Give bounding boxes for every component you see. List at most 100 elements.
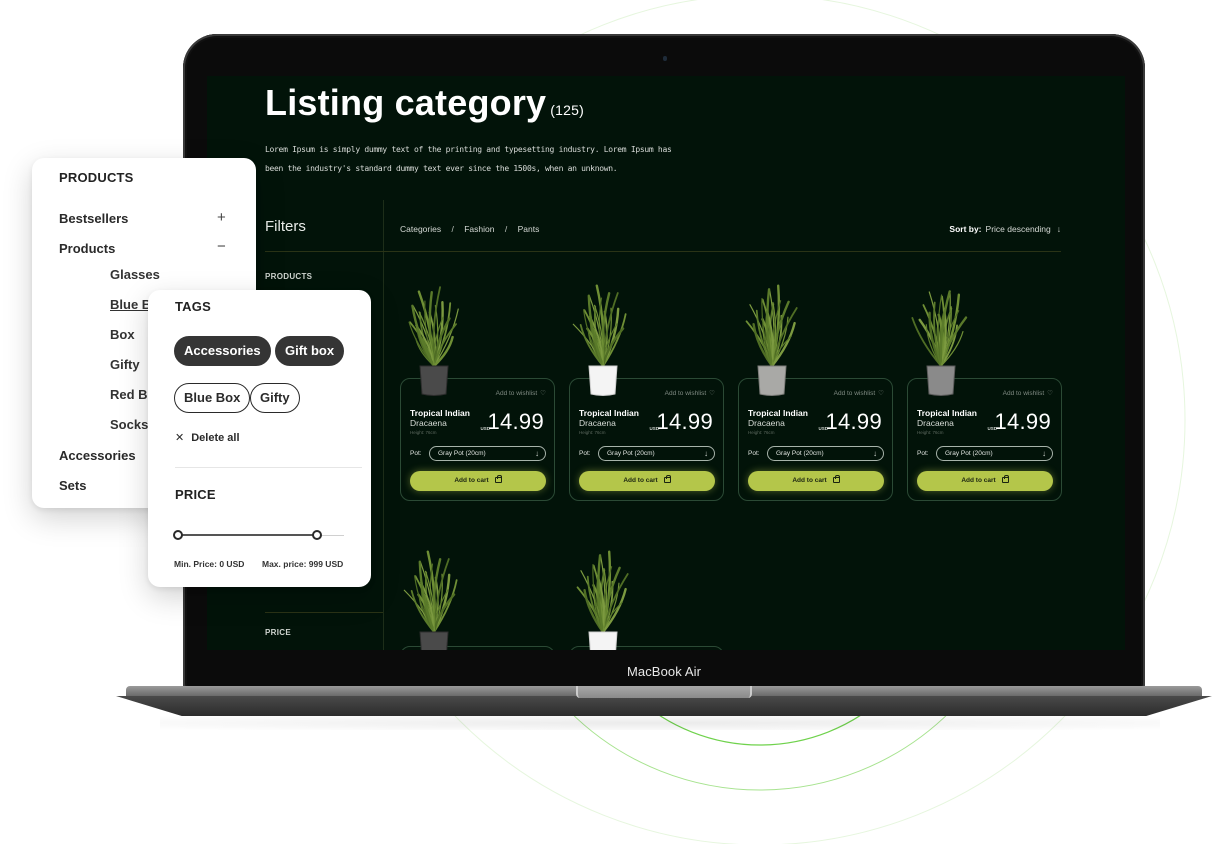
pot-select-value: Gray Pot (20cm) [438, 450, 486, 457]
max-price-label: Max. price: 999 USD [262, 559, 344, 569]
heart-icon: ♡ [878, 390, 884, 397]
add-to-cart-button[interactable]: Add to cart [917, 471, 1053, 491]
pot-label: Pot: [748, 450, 760, 457]
product-image[interactable] [394, 266, 474, 396]
breadcrumb-pants[interactable]: Pants [518, 224, 540, 234]
add-to-wishlist-button[interactable]: Add to wishlist ♡ [665, 389, 715, 397]
plant-pot [419, 631, 449, 650]
filters-divider [265, 251, 383, 252]
product-height: Height: 76cm [579, 430, 606, 435]
wishlist-label: Add to wishlist [664, 390, 707, 397]
pot-label: Pot: [917, 450, 929, 457]
delete-all-button[interactable]: ✕ Delete all [175, 431, 240, 444]
tag-accessories-selected[interactable]: Accessories [174, 336, 271, 366]
add-to-cart-button[interactable]: Add to cart [410, 471, 546, 491]
add-to-wishlist-button[interactable]: Add to wishlist ♡ [496, 389, 546, 397]
subcategory-box[interactable]: Box [110, 327, 135, 342]
add-to-wishlist-button[interactable]: Add to wishlist ♡ [1003, 389, 1053, 397]
price-slider-max-handle[interactable] [312, 530, 323, 540]
pot-select[interactable]: Gray Pot (20cm) ↓ [936, 446, 1053, 461]
page-title-text: Listing category [265, 82, 547, 123]
product-subname: Dracaena [410, 418, 447, 428]
page-title: Listing category (125) [265, 82, 584, 124]
pot-select[interactable]: Gray Pot (20cm) ↓ [598, 446, 715, 461]
camera-icon [663, 56, 667, 61]
tag-blue-box[interactable]: Blue Box [174, 383, 251, 413]
heart-icon: ♡ [709, 390, 715, 397]
plant-foliage [572, 284, 627, 368]
heart-icon: ♡ [540, 390, 546, 397]
product-image[interactable] [732, 266, 812, 396]
tags-panel-title: TAGS [175, 299, 211, 314]
arrow-down-icon: ↓ [535, 449, 539, 458]
breadcrumb-fashion[interactable]: Fashion [464, 224, 494, 234]
add-to-cart-label: Add to cart [792, 477, 827, 484]
product-name: Tropical Indian [579, 408, 639, 418]
tag-gift-box-selected[interactable]: Gift box [275, 336, 345, 366]
pot-label: Pot: [410, 450, 422, 457]
sort-label: Sort by: [949, 224, 982, 234]
add-to-cart-button[interactable]: Add to cart [579, 471, 715, 491]
sort-control[interactable]: Sort by: Price descending ↓ [949, 224, 1061, 234]
arrow-down-icon: ↓ [873, 449, 877, 458]
plant-foliage [403, 550, 458, 634]
delete-all-label: Delete all [191, 432, 240, 444]
product-price: 14.99 [656, 409, 713, 434]
product-subname: Dracaena [748, 418, 785, 428]
wishlist-label: Add to wishlist [833, 390, 876, 397]
page-description: Lorem Ipsum is simply dummy text of the … [265, 145, 672, 173]
heart-icon: ♡ [1047, 390, 1053, 397]
subcategory-gifty[interactable]: Gifty [110, 357, 140, 372]
pot-label: Pot: [579, 450, 591, 457]
product-name: Tropical Indian [748, 408, 808, 418]
plant-foliage [576, 550, 629, 634]
plant-foliage [911, 290, 968, 368]
breadcrumb-categories[interactable]: Categories [400, 224, 441, 234]
subcategory-glasses[interactable]: Glasses [110, 267, 160, 282]
price-slider-min-handle[interactable] [173, 530, 183, 540]
product-image[interactable] [563, 532, 643, 650]
tag-gifty[interactable]: Gifty [250, 383, 300, 413]
product-image[interactable] [394, 532, 474, 650]
collapse-icon[interactable]: − [217, 238, 226, 255]
filters-title: Filters [265, 218, 306, 235]
wishlist-label: Add to wishlist [495, 390, 538, 397]
category-accessories[interactable]: Accessories [59, 448, 136, 463]
wishlist-label: Add to wishlist [1002, 390, 1045, 397]
expand-icon[interactable]: + [217, 209, 226, 226]
product-card[interactable]: Add to wishlist ♡ Tropical Indian Dracaen… [400, 378, 555, 501]
subcategory-socks[interactable]: Socks [110, 417, 148, 432]
product-card[interactable]: Add to wishlist ♡ Tropical Indian Dracaen… [738, 378, 893, 501]
add-to-wishlist-button[interactable]: Add to wishlist ♡ [834, 389, 884, 397]
category-bestsellers[interactable]: Bestsellers [59, 211, 128, 226]
product-name: Tropical Indian [410, 408, 470, 418]
shopping-bag-icon [832, 475, 840, 483]
plant-pot [588, 631, 618, 650]
pot-select-value: Gray Pot (20cm) [776, 450, 824, 457]
base-notch [576, 686, 752, 698]
product-card[interactable]: Add to wishlist ♡ Tropical Indian Dracaen… [569, 378, 724, 501]
breadcrumb-separator: / [504, 224, 508, 234]
min-price-label: Min. Price: 0 USD [174, 559, 245, 569]
arrow-down-icon: ↓ [1042, 449, 1046, 458]
panel-divider [175, 467, 362, 468]
category-sets[interactable]: Sets [59, 478, 86, 493]
arrow-down-icon: ↓ [704, 449, 708, 458]
plant-foliage [745, 284, 798, 368]
products-panel-title: PRODUCTS [59, 170, 134, 185]
add-to-cart-label: Add to cart [961, 477, 996, 484]
base-bottom [116, 696, 1212, 716]
filter-price-label[interactable]: PRICE [265, 628, 291, 637]
product-card[interactable]: Add to wishlist ♡ Tropical Indian Dracaen… [907, 378, 1062, 501]
item-count: (125) [550, 102, 584, 118]
product-subname: Dracaena [579, 418, 616, 428]
pot-select[interactable]: Gray Pot (20cm) ↓ [767, 446, 884, 461]
add-to-cart-button[interactable]: Add to cart [748, 471, 884, 491]
product-image[interactable] [563, 266, 643, 396]
product-image[interactable] [901, 266, 981, 396]
category-products[interactable]: Products [59, 241, 115, 256]
plant-pot [926, 365, 956, 396]
filter-products-label[interactable]: PRODUCTS [265, 272, 312, 281]
pot-select[interactable]: Gray Pot (20cm) ↓ [429, 446, 546, 461]
shopping-bag-icon [494, 475, 502, 483]
